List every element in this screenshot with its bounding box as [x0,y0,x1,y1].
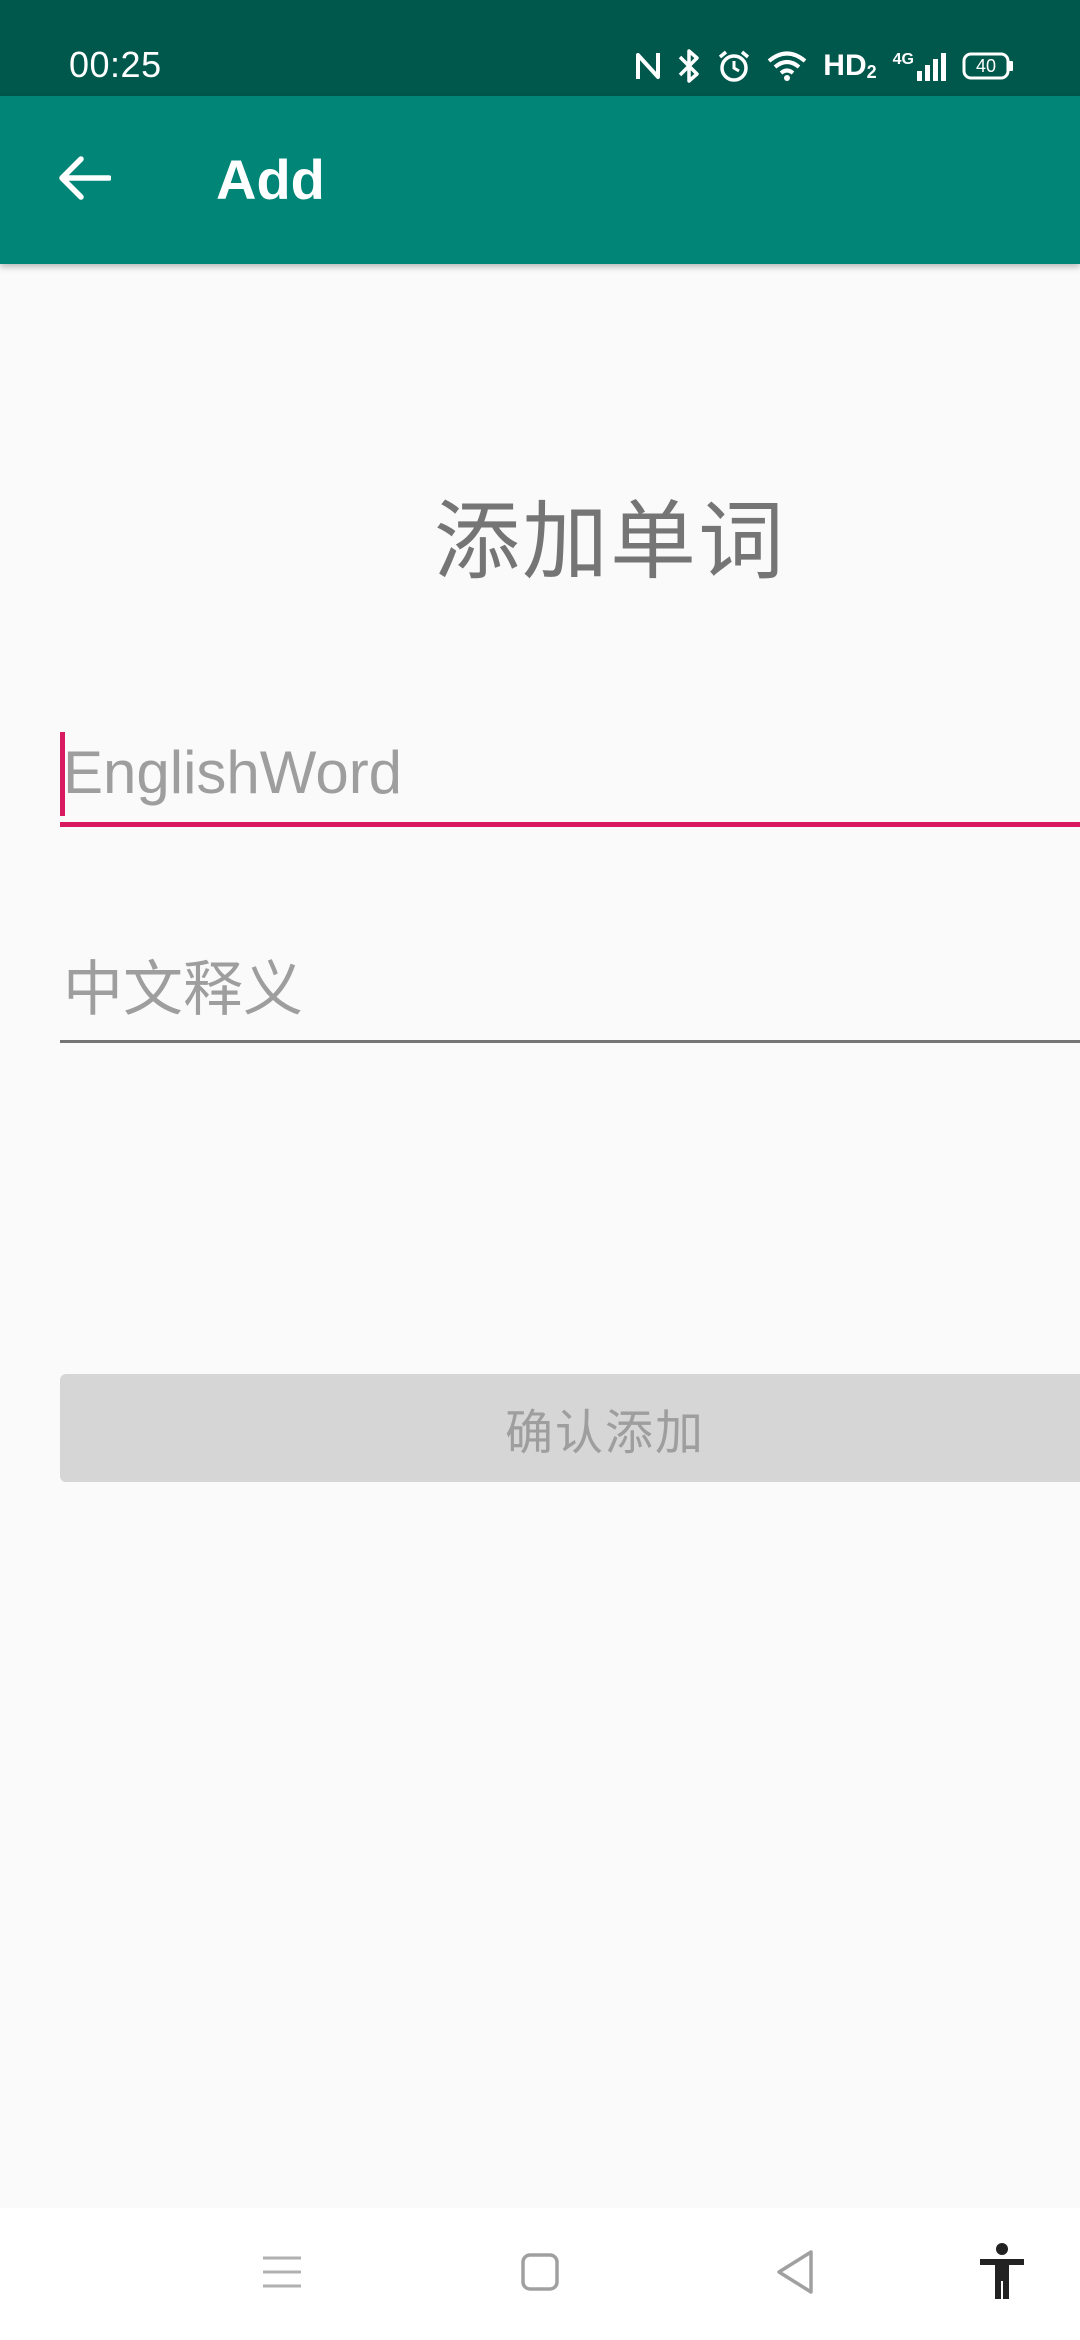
chinese-meaning-field[interactable] [60,940,1080,1043]
page-title: Add [216,148,325,211]
home-button[interactable] [492,2226,588,2322]
english-word-input[interactable] [60,722,1080,822]
system-nav-bar [0,2208,1080,2340]
bluetooth-icon [677,48,701,84]
back-triangle-icon [775,2249,815,2299]
arrow-back-icon [57,155,112,205]
status-bar: 00:25 HD 2 4G 40 [0,0,1080,96]
nfc-icon [635,49,661,83]
back-button[interactable] [42,138,126,222]
menu-icon [261,2254,303,2294]
app-bar: Add [0,96,1080,264]
accessibility-button[interactable] [954,2226,1050,2322]
form-heading: 添加单词 [434,492,786,592]
confirm-add-button[interactable]: 确认添加 [60,1374,1080,1482]
battery-icon: 40 [962,52,1014,80]
accessibility-icon [978,2243,1026,2305]
menu-button[interactable] [234,2226,330,2322]
confirm-add-label: 确认添加 [504,1405,705,1461]
text-cursor [60,732,65,816]
home-icon [520,2252,560,2296]
hd-voice-icon: HD 2 [823,49,877,82]
wifi-icon [767,50,807,82]
english-word-field[interactable] [60,722,1080,827]
status-icons: HD 2 4G 40 [635,44,1014,88]
back-nav-button[interactable] [747,2226,843,2322]
chinese-meaning-input[interactable] [60,940,1080,1040]
status-time: 00:25 [69,44,162,85]
alarm-icon [717,49,751,83]
cellular-4g-icon: 4G [893,51,946,81]
